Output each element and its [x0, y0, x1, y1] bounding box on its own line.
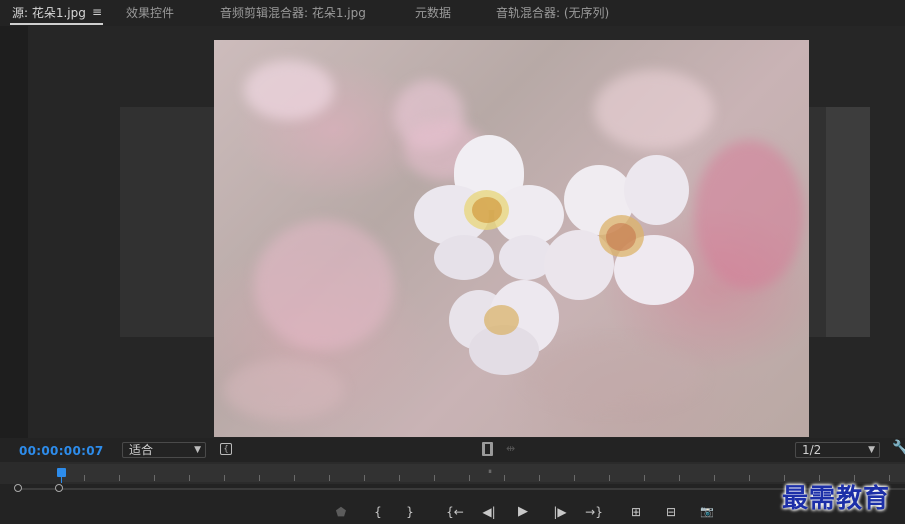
ruler-tick [679, 475, 680, 481]
playback-resolution-select[interactable]: 1/2 ▼ [795, 442, 880, 458]
ruler-tick [714, 475, 715, 481]
ruler-tick [504, 475, 505, 481]
ruler-tick [119, 475, 120, 481]
chevron-down-icon: ▼ [194, 445, 201, 455]
ruler-tick [224, 475, 225, 481]
ruler-tick [364, 475, 365, 481]
ruler-tick [294, 475, 295, 481]
ruler-midpoint-icon: ⏸ [488, 467, 492, 476]
add-marker-button[interactable]: ⬟ [335, 504, 347, 520]
overlay-ghost-panel [826, 107, 870, 337]
wrench-icon[interactable]: 🔧 [892, 440, 905, 456]
ruler-tick [329, 475, 330, 481]
ruler-tick [609, 475, 610, 481]
ruler-tick [434, 475, 435, 481]
drag-video-only-icon[interactable] [482, 442, 493, 456]
ruler-tick [189, 475, 190, 481]
ruler-tick [84, 475, 85, 481]
mark-in-button[interactable]: { [372, 504, 384, 520]
mark-out-button[interactable]: } [404, 504, 416, 520]
overwrite-button[interactable]: ⊟ [661, 504, 681, 520]
zoom-scroll-track[interactable] [18, 488, 905, 490]
ruler-tick [644, 475, 645, 481]
watermark-logo: 最需教育 [782, 484, 891, 514]
playhead-timecode[interactable]: 00:00:00:07 [19, 444, 104, 458]
blossom-bottom [449, 280, 559, 375]
ruler-tick [399, 475, 400, 481]
drag-audio-only-icon[interactable]: ⇹ [506, 442, 515, 455]
tab-metadata[interactable]: 元数据 [415, 4, 451, 21]
chevron-down-icon: ▼ [868, 445, 875, 455]
ruler-tick [749, 475, 750, 481]
tab-source[interactable]: 源: 花朵1.jpg [12, 4, 86, 21]
step-forward-button[interactable]: |▶ [551, 504, 569, 520]
play-button[interactable]: ▶ [516, 504, 530, 520]
tab-effect-controls[interactable]: 效果控件 [126, 4, 174, 21]
tab-audio-clip-mixer[interactable]: 音频剪辑混合器: 花朵1.jpg [220, 4, 366, 21]
blossom-left [414, 135, 564, 280]
blossom-right [544, 155, 704, 325]
zoom-handle-right[interactable] [55, 484, 63, 492]
tab-audio-track-mixer[interactable]: 音轨混合器: (无序列) [496, 4, 609, 21]
step-back-button[interactable]: ◀| [480, 504, 498, 520]
export-frame-button[interactable]: 📷 [697, 504, 717, 520]
panel-menu-icon[interactable]: ≡ [92, 5, 102, 19]
ruler-tick [259, 475, 260, 481]
settings-square-icon[interactable]: { [220, 443, 232, 455]
cherry-blossom-photo [214, 40, 809, 437]
go-to-out-button[interactable]: →} [583, 504, 605, 520]
ruler-tick [154, 475, 155, 481]
active-tab-underline [10, 23, 103, 25]
ruler-tick [574, 475, 575, 481]
playback-resolution-value: 1/2 [802, 443, 822, 457]
ruler-tick [539, 475, 540, 481]
zoom-level-value: 适合 [129, 443, 154, 457]
left-panel-strip [0, 26, 28, 442]
zoom-level-select[interactable]: 适合 ▼ [122, 442, 206, 458]
go-to-in-button[interactable]: {← [444, 504, 466, 520]
timeline-ruler-band [60, 464, 905, 482]
playhead-line [61, 476, 62, 483]
panel-tab-bar: 源: 花朵1.jpg ≡ 效果控件 音频剪辑混合器: 花朵1.jpg 元数据 音… [0, 0, 905, 26]
zoom-handle-left[interactable] [14, 484, 22, 492]
insert-button[interactable]: ⊞ [626, 504, 646, 520]
ruler-tick [469, 475, 470, 481]
